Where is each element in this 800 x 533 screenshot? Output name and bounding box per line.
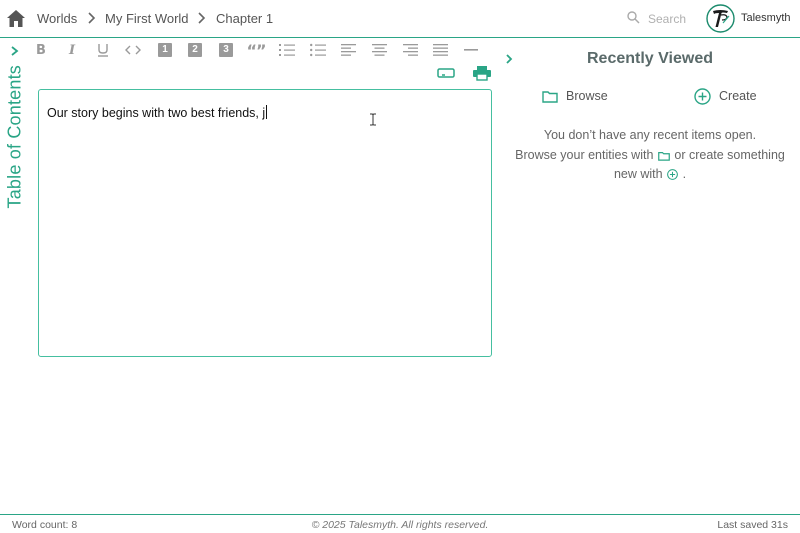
editor-content[interactable]: Our story begins with two best friends, … xyxy=(47,105,268,120)
italic-button[interactable]: I xyxy=(61,40,83,60)
story-editor[interactable]: Our story begins with two best friends, … xyxy=(38,89,492,357)
status-footer: © 2025 Talesmyth. All rights reserved. W… xyxy=(0,514,800,533)
align-right-icon xyxy=(402,44,418,56)
toc-chevron-icon[interactable] xyxy=(9,45,21,57)
empty-state-line-3: new with . xyxy=(508,165,792,185)
heading-1-button[interactable]: 1 xyxy=(154,40,176,60)
align-left-icon xyxy=(340,44,356,56)
align-left-button[interactable] xyxy=(337,40,359,60)
talesmyth-logo[interactable] xyxy=(706,4,735,33)
editor-toolbar: B I 1 2 3 “” xyxy=(28,40,490,60)
word-count: Word count: 8 xyxy=(12,519,78,531)
plus-circle-icon xyxy=(694,87,711,105)
heading-2-button[interactable]: 2 xyxy=(184,40,206,60)
search-box[interactable] xyxy=(627,10,708,28)
folder-icon xyxy=(542,90,558,103)
top-bar: Worlds My First World Chapter 1 Talesmyt… xyxy=(0,0,800,38)
bullet-list-button[interactable] xyxy=(307,40,329,60)
quote-icon: “” xyxy=(246,40,266,60)
recent-panel-chevron-icon[interactable] xyxy=(503,53,515,65)
align-center-button[interactable] xyxy=(368,40,390,60)
horizontal-rule-icon xyxy=(464,49,478,51)
underline-button[interactable] xyxy=(92,40,114,60)
empty-state-text-a: Browse your entities with xyxy=(515,147,654,162)
align-right-button[interactable] xyxy=(399,40,421,60)
empty-state-line-1: You don’t have any recent items open. xyxy=(543,128,757,142)
horizontal-rule-button[interactable] xyxy=(460,40,482,60)
create-button[interactable]: Create xyxy=(694,86,757,106)
home-icon[interactable] xyxy=(7,10,25,27)
chevron-right-icon xyxy=(88,12,96,24)
empty-state-text-c: new with xyxy=(613,167,663,181)
bold-label: B xyxy=(36,42,46,58)
recently-viewed-title: Recently Viewed xyxy=(587,50,713,67)
search-input[interactable] xyxy=(648,10,708,28)
link-card-icon[interactable] xyxy=(436,65,456,81)
last-saved: Last saved 31s xyxy=(717,519,788,531)
chevron-right-icon xyxy=(198,12,206,24)
align-center-icon xyxy=(371,44,387,56)
empty-state-period: . xyxy=(682,167,687,181)
ordered-list-icon xyxy=(279,44,295,56)
align-justify-button[interactable] xyxy=(429,40,451,60)
copyright: © 2025 Talesmyth. All rights reserved. xyxy=(311,519,489,531)
text-cursor-icon xyxy=(370,113,376,126)
code-icon xyxy=(125,45,141,55)
heading-1-label: 1 xyxy=(158,43,172,57)
recent-empty-state: You don’t have any recent items open. Br… xyxy=(508,126,792,185)
browse-label: Browse xyxy=(566,89,608,103)
empty-state-text-b: or create something xyxy=(674,147,785,162)
editor-text: Our story begins with two best friends, … xyxy=(47,106,266,120)
bold-button[interactable]: B xyxy=(30,40,52,60)
ordered-list-button[interactable] xyxy=(276,40,298,60)
brand-name: Talesmyth xyxy=(741,12,791,24)
heading-3-label: 3 xyxy=(219,43,233,57)
blockquote-button[interactable]: “” xyxy=(245,40,267,60)
search-icon xyxy=(627,11,640,24)
print-icon[interactable] xyxy=(472,65,492,81)
create-label: Create xyxy=(719,89,757,103)
folder-icon xyxy=(658,151,670,161)
underline-icon xyxy=(98,44,108,57)
breadcrumb-chapter[interactable]: Chapter 1 xyxy=(216,11,273,26)
bullet-list-icon xyxy=(310,43,326,57)
align-justify-icon xyxy=(432,44,448,56)
breadcrumb-world[interactable]: My First World xyxy=(105,11,189,26)
breadcrumb-worlds[interactable]: Worlds xyxy=(37,11,77,26)
text-caret xyxy=(266,105,268,119)
heading-3-button[interactable]: 3 xyxy=(215,40,237,60)
browse-button[interactable]: Browse xyxy=(542,86,608,106)
heading-2-label: 2 xyxy=(188,43,202,57)
plus-circle-icon xyxy=(667,169,678,180)
code-button[interactable] xyxy=(122,40,144,60)
empty-state-line-2: Browse your entities with or create some… xyxy=(508,146,792,166)
table-of-contents-toggle[interactable]: Table of Contents xyxy=(5,65,26,209)
italic-label: I xyxy=(68,42,76,58)
